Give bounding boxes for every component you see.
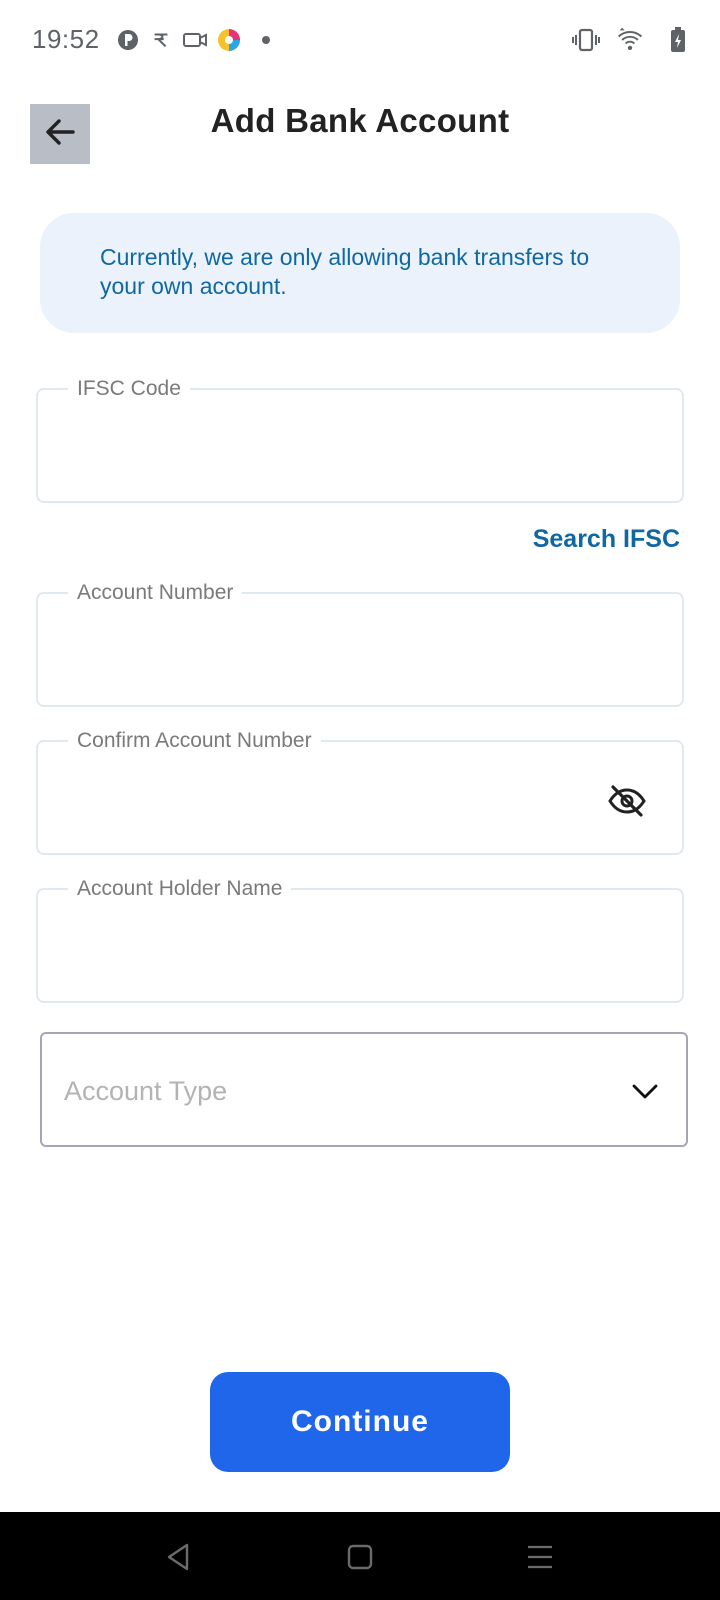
rupee-app-icon	[147, 26, 175, 54]
account-holder-name-input[interactable]	[74, 928, 602, 968]
ifsc-label: IFSC Code	[68, 376, 190, 402]
home-square-icon[interactable]	[340, 1540, 380, 1574]
back-triangle-icon[interactable]	[158, 1540, 198, 1574]
video-camera-icon	[181, 26, 209, 54]
status-bar: 19:52	[0, 0, 720, 80]
ifsc-field[interactable]: IFSC Code	[36, 376, 684, 503]
account-number-field[interactable]: Account Number	[36, 580, 684, 707]
chevron-down-icon	[630, 1076, 660, 1106]
account-holder-name-field[interactable]: Account Holder Name	[36, 876, 684, 1003]
color-app-icon	[215, 26, 243, 54]
ifsc-input[interactable]	[74, 428, 602, 468]
vibrate-icon	[572, 26, 600, 54]
confirm-account-number-input[interactable]	[74, 780, 602, 820]
account-holder-name-label: Account Holder Name	[68, 876, 292, 902]
account-number-input[interactable]	[74, 632, 602, 672]
battery-charging-icon	[664, 26, 692, 54]
p-circle-icon	[114, 26, 142, 54]
continue-button[interactable]: Continue	[210, 1372, 510, 1472]
eye-off-icon[interactable]	[606, 780, 648, 822]
info-banner: Currently, we are only allowing bank tra…	[40, 213, 680, 333]
status-time: 19:52	[32, 24, 100, 54]
menu-lines-icon[interactable]	[520, 1540, 560, 1574]
confirm-account-number-field[interactable]: Confirm Account Number	[36, 728, 684, 855]
search-ifsc-link[interactable]: Search IFSC	[533, 525, 680, 554]
account-number-label: Account Number	[68, 580, 243, 606]
info-text: Currently, we are only allowing bank tra…	[100, 244, 590, 299]
account-type-placeholder: Account Type	[64, 1076, 228, 1106]
account-type-select[interactable]: Account Type	[40, 1032, 688, 1147]
dot-icon	[252, 26, 280, 54]
wifi-icon	[616, 26, 644, 54]
confirm-account-number-label: Confirm Account Number	[68, 728, 321, 754]
page-title: Add Bank Account	[210, 102, 510, 139]
system-nav-bar	[0, 1512, 720, 1600]
